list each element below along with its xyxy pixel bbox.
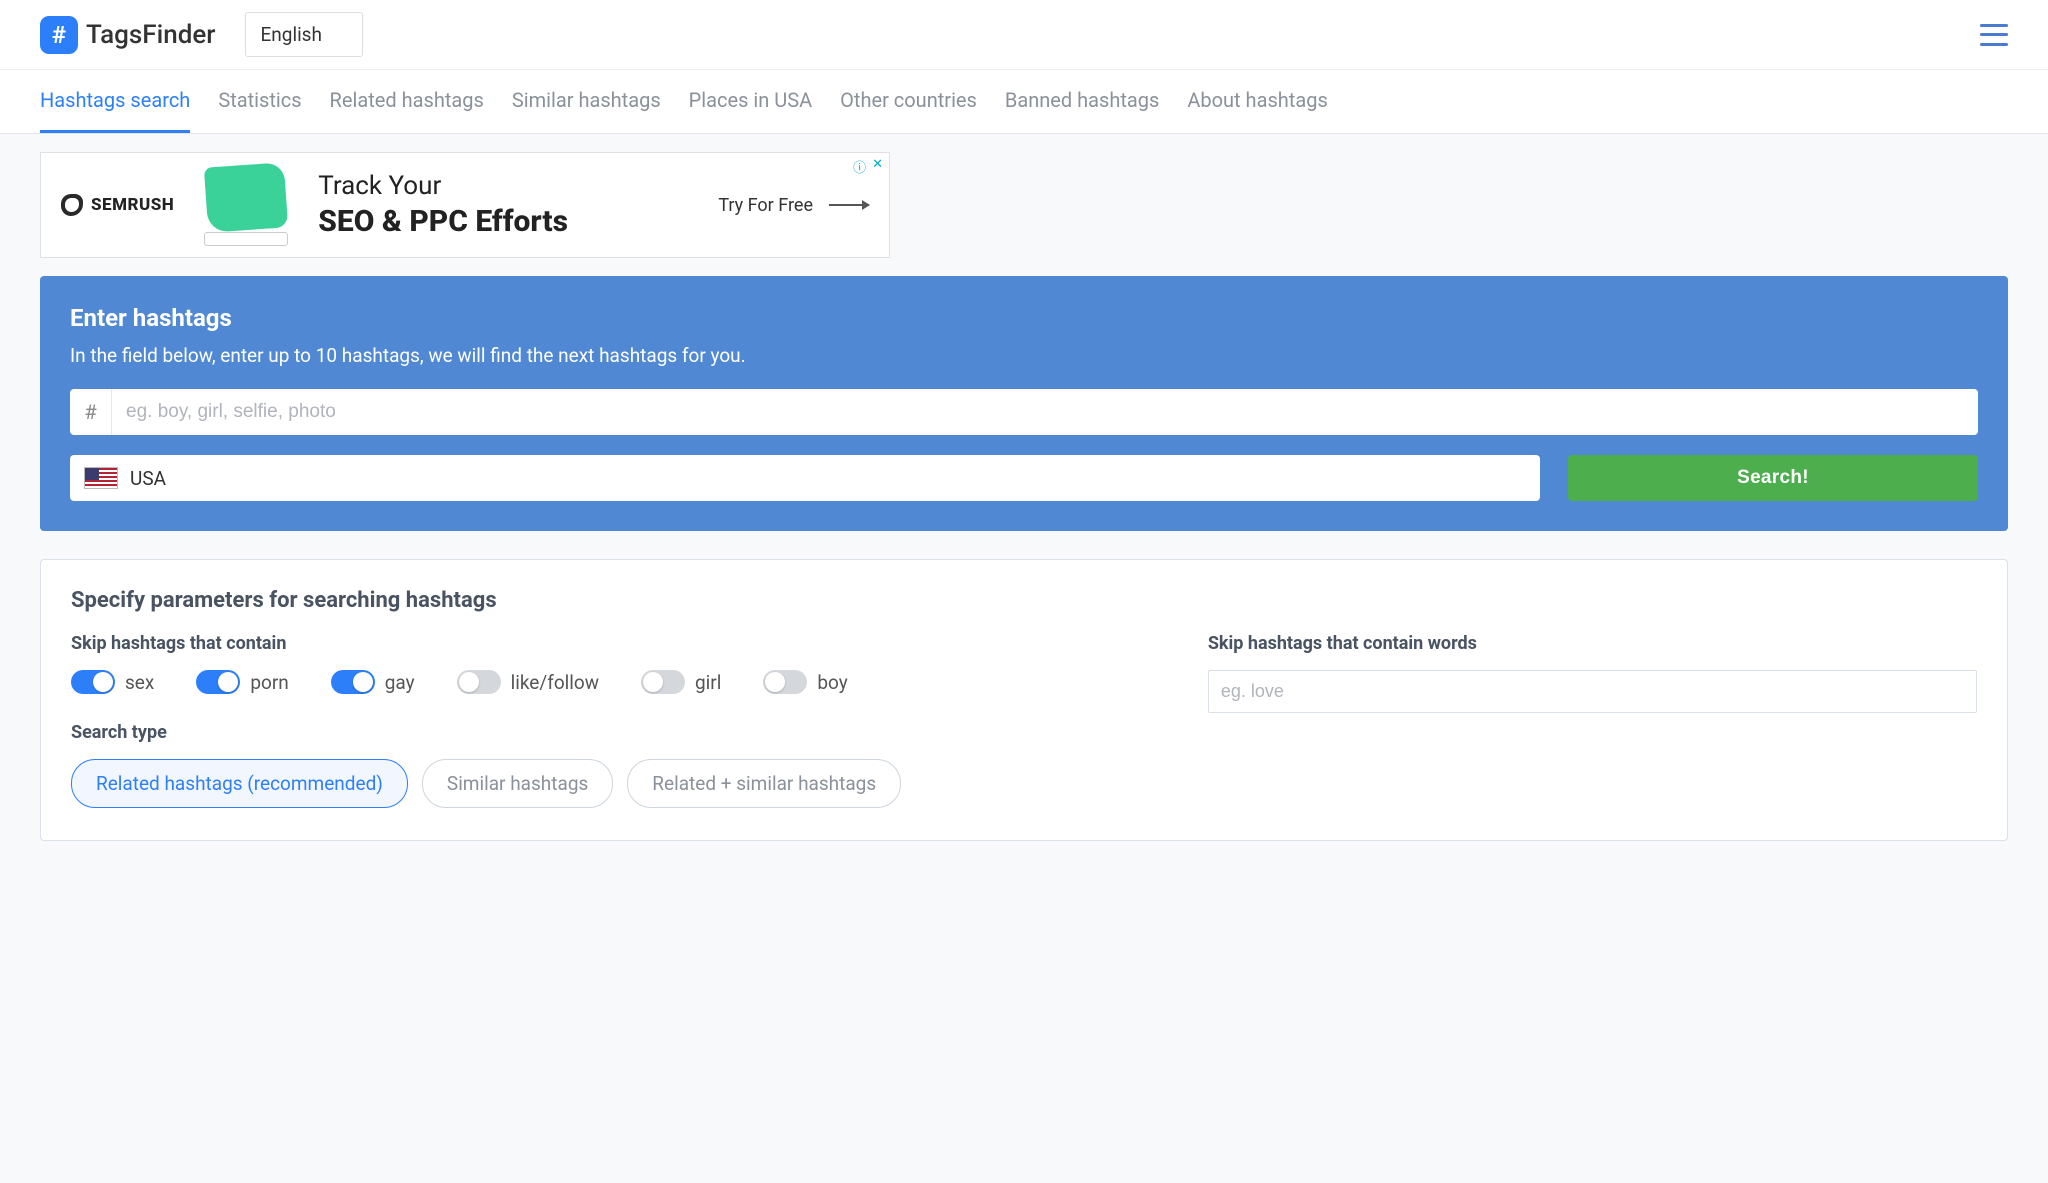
toggle-gay[interactable] — [331, 670, 375, 694]
tab-places-in-usa[interactable]: Places in USA — [689, 70, 812, 133]
toggle-item-boy: boy — [763, 670, 847, 694]
search-panel: Enter hashtags In the field below, enter… — [40, 276, 2008, 531]
tab-other-countries[interactable]: Other countries — [840, 70, 977, 133]
toggle-likefollow[interactable] — [457, 670, 501, 694]
language-value: English — [260, 23, 321, 46]
topbar: # TagsFinder English — [0, 0, 2048, 70]
country-value: USA — [130, 467, 166, 490]
ad-cta-text: Try For Free — [718, 195, 813, 216]
app-logo[interactable]: # TagsFinder — [40, 16, 215, 54]
app-name: TagsFinder — [86, 20, 215, 50]
search-type-options: Related hashtags (recommended) Similar h… — [71, 759, 1148, 808]
toggle-item-girl: girl — [641, 670, 721, 694]
ad-illustration — [196, 160, 296, 250]
usa-flag-icon — [84, 467, 118, 489]
tab-related-hashtags[interactable]: Related hashtags — [330, 70, 484, 133]
hashtag-input[interactable] — [112, 389, 1978, 435]
pill-related[interactable]: Related hashtags (recommended) — [71, 759, 408, 808]
semrush-icon — [61, 194, 83, 216]
ad-banner[interactable]: SEMRUSH Track Your SEO & PPC Efforts Try… — [40, 152, 890, 258]
ad-brand-text: SEMRUSH — [91, 195, 174, 215]
ad-close-icon[interactable]: ✕ — [872, 157, 883, 176]
tab-about-hashtags[interactable]: About hashtags — [1187, 70, 1327, 133]
search-button[interactable]: Search! — [1568, 455, 1978, 501]
pill-related-similar[interactable]: Related + similar hashtags — [627, 759, 901, 808]
toggle-label: like/follow — [511, 671, 599, 694]
toggle-item-porn: porn — [196, 670, 288, 694]
search-type-label: Search type — [71, 722, 1148, 743]
skip-contain-label: Skip hashtags that contain — [71, 633, 1148, 654]
language-select[interactable]: English — [245, 12, 362, 57]
tab-statistics[interactable]: Statistics — [218, 70, 301, 133]
country-select[interactable]: USA — [70, 455, 1540, 501]
tab-banned-hashtags[interactable]: Banned hashtags — [1005, 70, 1159, 133]
toggle-item-sex: sex — [71, 670, 154, 694]
ad-controls: ⓘ ✕ — [853, 157, 883, 176]
ad-brand: SEMRUSH — [61, 194, 174, 216]
hashtag-input-row: # — [70, 389, 1978, 435]
menu-icon[interactable] — [1980, 24, 2008, 46]
toggle-girl[interactable] — [641, 670, 685, 694]
toggle-label: gay — [385, 671, 415, 694]
ad-info-icon[interactable]: ⓘ — [853, 157, 866, 176]
skip-toggles: sex porn gay like/follow — [71, 670, 1148, 694]
pill-similar[interactable]: Similar hashtags — [422, 759, 613, 808]
toggle-item-gay: gay — [331, 670, 415, 694]
hash-icon: # — [40, 16, 78, 54]
toggle-label: porn — [250, 671, 288, 694]
hash-prefix: # — [70, 389, 112, 435]
search-panel-subtitle: In the field below, enter up to 10 hasht… — [70, 344, 1978, 367]
ad-cta[interactable]: Try For Free — [718, 195, 869, 216]
toggle-label: sex — [125, 671, 154, 694]
search-panel-title: Enter hashtags — [70, 304, 1978, 332]
skip-words-label: Skip hashtags that contain words — [1208, 633, 1977, 654]
ad-line2: SEO & PPC Efforts — [318, 203, 696, 241]
skip-words-input[interactable] — [1208, 670, 1977, 713]
toggle-sex[interactable] — [71, 670, 115, 694]
toggle-porn[interactable] — [196, 670, 240, 694]
toggle-label: girl — [695, 671, 721, 694]
toggle-item-likefollow: like/follow — [457, 670, 599, 694]
toggle-boy[interactable] — [763, 670, 807, 694]
tab-similar-hashtags[interactable]: Similar hashtags — [512, 70, 661, 133]
tab-hashtags-search[interactable]: Hashtags search — [40, 70, 190, 133]
toggle-label: boy — [817, 671, 847, 694]
params-panel: Specify parameters for searching hashtag… — [40, 559, 2008, 841]
nav-tabs: Hashtags search Statistics Related hasht… — [0, 70, 2048, 134]
ad-line1: Track Your — [318, 170, 696, 203]
params-title: Specify parameters for searching hashtag… — [71, 588, 1977, 613]
arrow-right-icon — [829, 204, 869, 206]
ad-text: Track Your SEO & PPC Efforts — [318, 170, 696, 240]
